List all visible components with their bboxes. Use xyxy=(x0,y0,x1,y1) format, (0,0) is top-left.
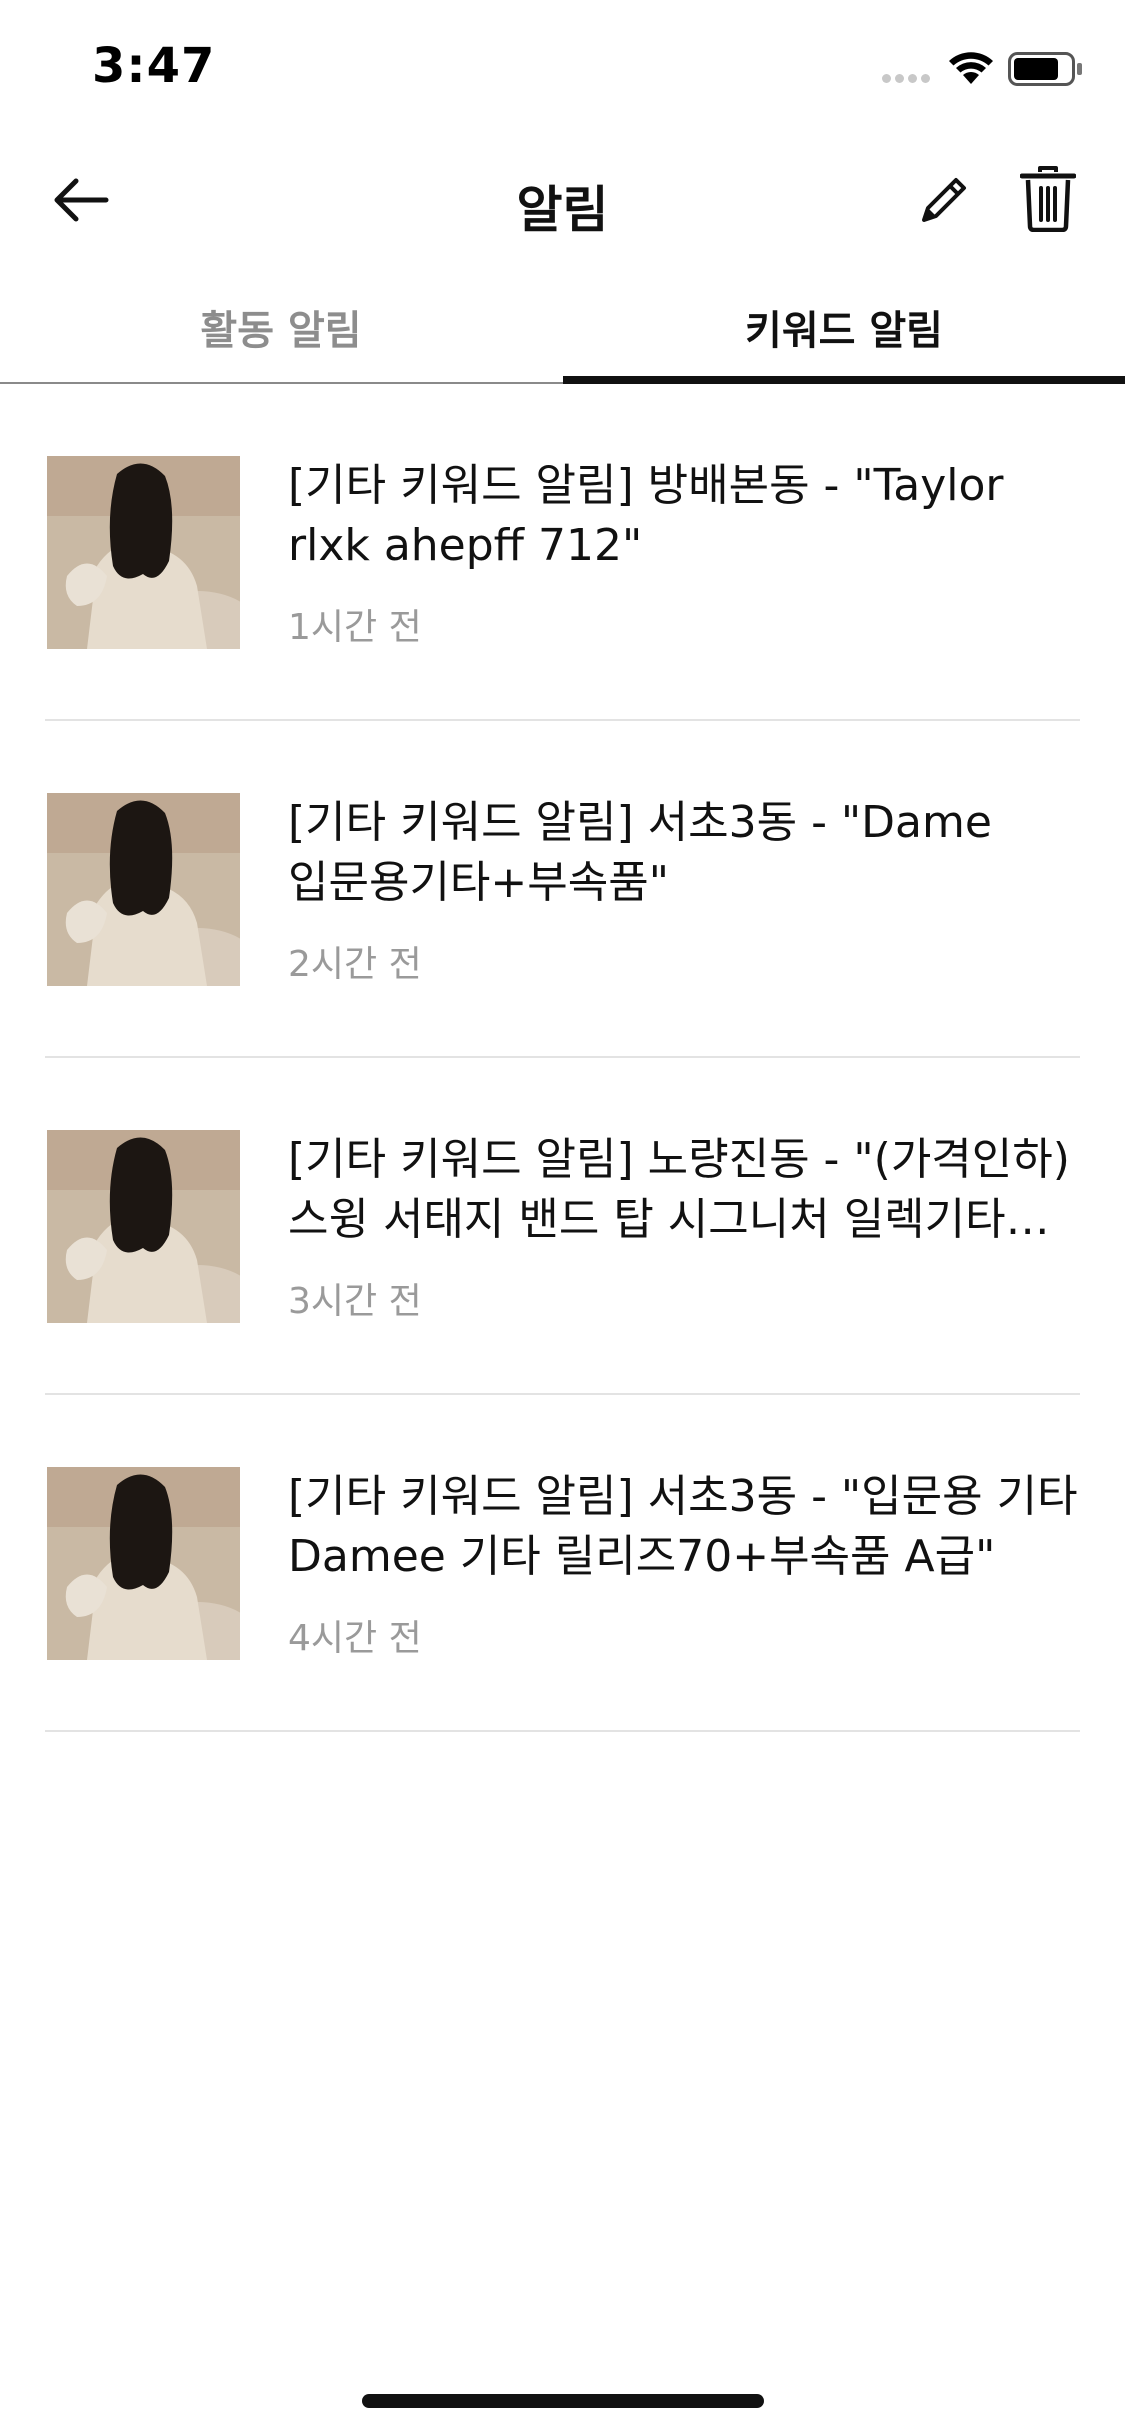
notification-content: [기타 키워드 알림] 노량진동 - "(가격인하) 스윙 서태지 밴드 탑 시… xyxy=(288,1130,1078,1324)
notification-timestamp: 4시간 전 xyxy=(288,1618,422,1659)
notification-thumbnail xyxy=(47,1130,240,1323)
notification-title: [기타 키워드 알림] 방배본동 - "Taylor rlxk ahepff 7… xyxy=(288,460,1004,571)
tab-activity-notifications[interactable]: 활동 알림 xyxy=(0,272,562,382)
notification-item[interactable]: [기타 키워드 알림] 서초3동 - "입문용 기타 Damee 기타 릴리즈7… xyxy=(0,1395,1125,1732)
navigation-header: 알림 xyxy=(0,140,1125,260)
notification-content: [기타 키워드 알림] 서초3동 - "입문용 기타 Damee 기타 릴리즈7… xyxy=(288,1467,1078,1661)
trash-icon xyxy=(1020,166,1076,232)
notification-item[interactable]: [기타 키워드 알림] 노량진동 - "(가격인하) 스윙 서태지 밴드 탑 시… xyxy=(0,1058,1125,1395)
status-time: 3:47 xyxy=(92,38,216,94)
delete-button[interactable] xyxy=(1008,158,1088,240)
notification-content: [기타 키워드 알림] 방배본동 - "Taylor rlxk ahepff 7… xyxy=(288,456,1078,650)
notification-thumbnail xyxy=(47,456,240,649)
notification-list: [기타 키워드 알림] 방배본동 - "Taylor rlxk ahepff 7… xyxy=(0,384,1125,1732)
notification-thumbnail xyxy=(47,793,240,986)
notification-item[interactable]: [기타 키워드 알림] 방배본동 - "Taylor rlxk ahepff 7… xyxy=(0,384,1125,721)
cellular-signal-icon xyxy=(882,74,932,84)
notification-content: [기타 키워드 알림] 서초3동 - "Dame 입문용기타+부속품" 2시간 … xyxy=(288,793,1078,987)
notification-timestamp: 2시간 전 xyxy=(288,944,422,985)
pencil-icon xyxy=(922,178,966,222)
notification-timestamp: 1시간 전 xyxy=(288,607,422,648)
notification-title: [기타 키워드 알림] 노량진동 - "(가격인하) 스윙 서태지 밴드 탑 시… xyxy=(288,1134,1070,1245)
notification-title: [기타 키워드 알림] 서초3동 - "입문용 기타 Damee 기타 릴리즈7… xyxy=(288,1471,1078,1582)
notification-title: [기타 키워드 알림] 서초3동 - "Dame 입문용기타+부속품" xyxy=(288,797,992,908)
notification-thumbnail xyxy=(47,1467,240,1660)
wifi-icon xyxy=(949,52,993,84)
notification-item[interactable]: [기타 키워드 알림] 서초3동 - "Dame 입문용기타+부속품" 2시간 … xyxy=(0,721,1125,1058)
home-indicator[interactable] xyxy=(362,2394,764,2408)
battery-icon xyxy=(1008,52,1082,86)
edit-button[interactable] xyxy=(906,162,982,238)
notification-timestamp: 3시간 전 xyxy=(288,1281,422,1322)
status-bar: 3:47 xyxy=(0,0,1125,132)
list-divider xyxy=(45,1730,1080,1732)
tab-keyword-notifications[interactable]: 키워드 알림 xyxy=(563,272,1125,382)
notifications-screen: 3:47 알림 활동 알림 키워드 알림 [기타 키워드 알림] 방배본동 - … xyxy=(0,0,1125,2436)
notification-tabs: 활동 알림 키워드 알림 xyxy=(0,272,1125,384)
active-tab-indicator xyxy=(563,376,1125,384)
